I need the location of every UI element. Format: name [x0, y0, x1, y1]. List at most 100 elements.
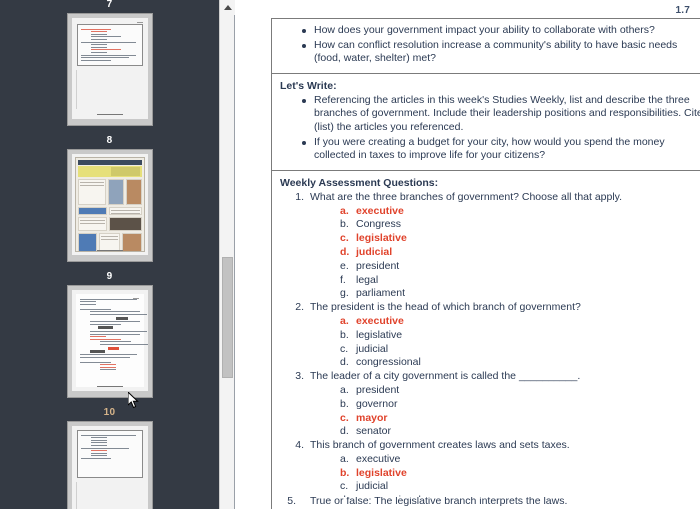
- thumbnail-item-9[interactable]: 9: [0, 269, 219, 398]
- pdf-viewer-window: 7 8 9 10 1.7 How does your government im…: [0, 0, 700, 509]
- mini-photo: [121, 233, 142, 251]
- choice-text: congressional: [356, 356, 421, 369]
- thumbnail-frame-8[interactable]: [66, 149, 153, 262]
- choice-letter: b.: [340, 328, 349, 341]
- choice-text: legislative: [356, 466, 407, 479]
- section-title-lets-write: Let's Write:: [280, 79, 337, 92]
- choice-letter: c.: [340, 411, 349, 424]
- mini-text-line: [99, 341, 131, 343]
- choice-item: a. executive: [340, 315, 700, 329]
- mini-text-line: [89, 321, 140, 323]
- mini-text-line: [90, 44, 107, 46]
- thumbnail-item-10[interactable]: 10: [0, 405, 219, 509]
- mini-photo: [125, 179, 142, 205]
- mini-margin-rule: [75, 482, 77, 509]
- thumbnail-sidebar[interactable]: 7 8 9 10: [0, 0, 219, 509]
- thumbnail-preview-9: [71, 290, 148, 391]
- mini-text-line: [90, 452, 107, 454]
- list-item: If you were creating a budget for your c…: [302, 136, 700, 163]
- choice-item: d. judicial: [340, 246, 700, 260]
- list-item: Referencing the articles in this week's …: [302, 94, 700, 135]
- thumbnail-item-7[interactable]: 7: [0, 0, 219, 126]
- mini-photo: [107, 179, 124, 205]
- mini-worksheet: [75, 294, 148, 387]
- section-discussion: How does your government impact your abi…: [272, 19, 700, 74]
- mini-margin-rule: [75, 70, 77, 109]
- thumbnail-label-9: 9: [106, 271, 113, 282]
- lets-write-bullet-list: Referencing the articles in this week's …: [280, 94, 700, 163]
- mini-text-line: [89, 330, 148, 332]
- scroll-up-arrow-icon: [223, 5, 232, 10]
- choice-item: c. judicial: [340, 343, 700, 357]
- thumbnail-frame-10[interactable]: [66, 421, 153, 509]
- choice-item: d. senator: [340, 425, 700, 439]
- mini-text-line: [80, 41, 137, 43]
- choice-letter: c.: [340, 342, 349, 355]
- choice-letter: c.: [340, 480, 349, 493]
- mini-row: [77, 217, 142, 231]
- choice-text: executive: [356, 314, 404, 327]
- choice-text: judicial: [356, 245, 393, 258]
- mini-text-line: [89, 323, 121, 325]
- choice-letter: a.: [340, 204, 349, 217]
- assessment-question-list: 1. What are the three branches of govern…: [280, 191, 700, 508]
- choice-item: b. governor: [340, 398, 700, 412]
- sidebar-scrollbar[interactable]: [219, 0, 235, 509]
- choice-letter: a.: [340, 452, 349, 465]
- mini-text-line: [80, 447, 130, 449]
- choice-text: president: [356, 383, 400, 396]
- mini-text-line: [89, 313, 148, 315]
- mini-masthead: [77, 160, 142, 165]
- mini-text-line: [79, 354, 138, 356]
- mini-text-line: [79, 301, 97, 303]
- mini-text-line: [90, 437, 107, 439]
- question-text: The president is the head of which branc…: [310, 301, 581, 314]
- question-number: 5.: [287, 497, 296, 507]
- mini-highlight: [108, 346, 120, 350]
- mini-text-line: [90, 455, 107, 457]
- thumbnail-item-8[interactable]: 8: [0, 133, 219, 262]
- list-item: How does your government impact your abi…: [302, 24, 700, 38]
- mini-footer: [96, 386, 123, 387]
- choice-letter: a.: [340, 314, 349, 327]
- mini-text-line: [99, 343, 148, 345]
- mini-highlight: [90, 349, 105, 353]
- choice-letter: g.: [340, 287, 349, 300]
- choice-text: governor: [356, 397, 398, 410]
- choice-item: b. Congress: [340, 218, 700, 232]
- mini-column: [108, 207, 142, 215]
- choice-item: c. mayor: [340, 412, 700, 426]
- choice-item: c. judicial: [340, 480, 700, 494]
- question-text: What are the three branches of governmen…: [310, 190, 623, 203]
- mini-text-line: [80, 57, 130, 59]
- thumbnail-gap: [0, 262, 219, 269]
- mini-highlight: [115, 316, 128, 320]
- question-item-2: 2. The president is the head of which br…: [280, 301, 700, 370]
- mini-text-line: [80, 28, 111, 30]
- mini-newspaper: [74, 157, 145, 252]
- thumbnail-frame-7[interactable]: [66, 13, 153, 126]
- mini-text-line: [90, 450, 107, 452]
- scrollbar-thumb[interactable]: [222, 257, 233, 378]
- scroll-up-button[interactable]: [220, 0, 235, 15]
- choice-text: Congress: [356, 218, 401, 231]
- thumbnail-gap: [0, 126, 219, 133]
- thumbnail-frame-9[interactable]: [66, 285, 153, 398]
- mini-banner: [77, 166, 142, 177]
- choice-letter: c.: [340, 232, 349, 245]
- choice-text: legislative: [356, 232, 407, 245]
- question-item-5-clipped: 5. True or false: The legislative branch…: [271, 497, 700, 509]
- mini-text-line: [99, 366, 117, 368]
- choice-text: parliament: [356, 287, 406, 300]
- choice-item: a. executive: [340, 205, 700, 219]
- mini-highlight: [97, 326, 114, 330]
- choice-item: a. president: [340, 384, 700, 398]
- thumbnail-preview-8: [71, 154, 148, 255]
- question-number: 2.: [295, 301, 304, 314]
- choice-text: senator: [356, 425, 392, 438]
- choice-text: judicial: [356, 342, 389, 355]
- question-number: 1.: [295, 190, 304, 203]
- mini-text-line: [90, 38, 107, 40]
- mini-text-line: [99, 369, 117, 371]
- choice-letter: d.: [340, 425, 349, 438]
